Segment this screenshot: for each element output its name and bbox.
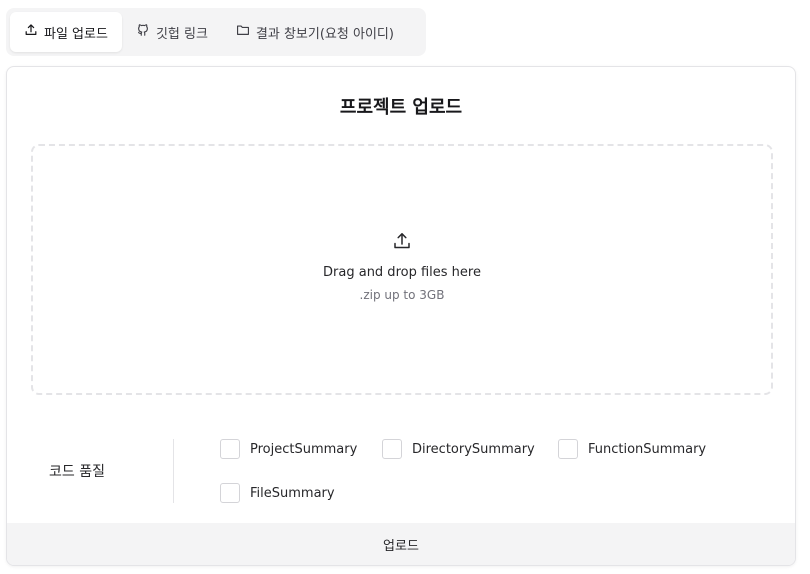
tab-label: 결과 창보기(요청 아이디) (255, 26, 394, 42)
option-label: ProjectSummary (250, 441, 358, 457)
tab-label: 파일 업로드 (44, 26, 108, 42)
option-directory-summary[interactable]: DirectorySummary (382, 439, 535, 459)
option-project-summary[interactable]: ProjectSummary (220, 439, 357, 459)
checkbox[interactable] (220, 483, 240, 503)
option-label: FileSummary (250, 485, 335, 501)
dropzone-file-limit: .zip up to 3GB (359, 288, 445, 302)
code-quality-label: 코드 품질 (49, 464, 105, 480)
upload-card: 프로젝트 업로드 Drag and drop files here .zip u… (6, 66, 796, 566)
code-quality-section: 코드 품질 ProjectSummary DirectorySummary Fu… (7, 437, 795, 503)
github-icon (136, 23, 150, 41)
option-file-summary[interactable]: FileSummary (220, 483, 335, 503)
tab-github-link[interactable]: 깃헙 링크 (122, 12, 222, 52)
checkbox[interactable] (220, 439, 240, 459)
tab-label: 깃헙 링크 (155, 26, 208, 42)
folder-icon (236, 23, 250, 41)
upload-button[interactable]: 업로드 (7, 523, 795, 565)
card-title: 프로젝트 업로드 (339, 97, 463, 118)
option-label: DirectorySummary (412, 441, 535, 457)
upload-icon (24, 23, 38, 41)
file-dropzone[interactable]: Drag and drop files here .zip up to 3GB (31, 144, 773, 395)
option-label: FunctionSummary (588, 441, 707, 457)
checkbox[interactable] (382, 439, 402, 459)
dropzone-instructions: Drag and drop files here (323, 265, 481, 280)
tab-bar: 파일 업로드 깃헙 링크 결과 창보기(요청 아이디) (6, 8, 426, 56)
divider (173, 439, 174, 503)
checkbox[interactable] (558, 439, 578, 459)
upload-icon (392, 231, 412, 251)
tab-view-results[interactable]: 결과 창보기(요청 아이디) (222, 12, 408, 52)
tab-file-upload[interactable]: 파일 업로드 (10, 12, 122, 52)
option-function-summary[interactable]: FunctionSummary (558, 439, 706, 459)
